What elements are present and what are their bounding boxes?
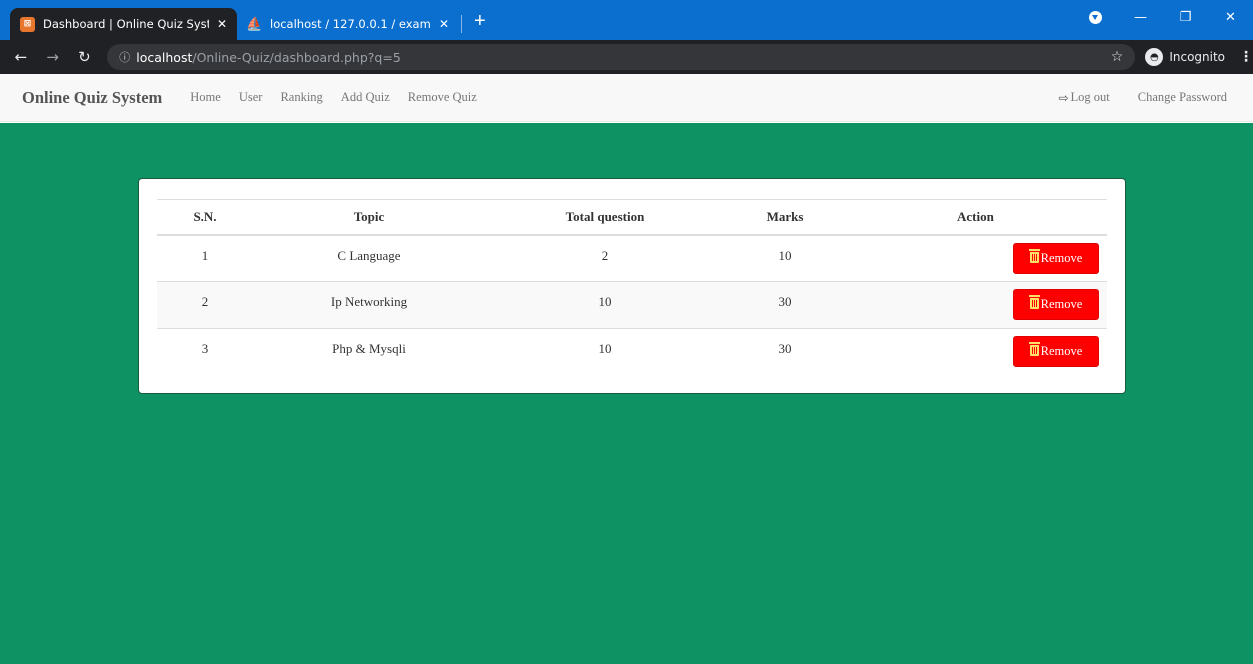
- site-info-icon[interactable]: ⓘ: [119, 49, 130, 65]
- remove-label: Remove: [1040, 344, 1083, 358]
- table-row: 3 Php & Mysqli 10 30 Remove: [157, 328, 1107, 376]
- reload-icon[interactable]: ↻: [74, 48, 96, 66]
- trash-icon: [1028, 295, 1040, 309]
- remove-button[interactable]: Remove: [1013, 289, 1099, 320]
- cell-marks: 30: [725, 328, 845, 376]
- cell-marks: 10: [725, 234, 845, 282]
- browser-toolbar: ← → ↻ ⓘ localhost/Online-Quiz/dashboard.…: [0, 40, 1253, 74]
- back-arrow-icon[interactable]: ←: [10, 48, 32, 66]
- cell-sn: 3: [157, 328, 253, 376]
- incognito-indicator[interactable]: ◓ Incognito: [1145, 48, 1225, 66]
- cell-sn: 1: [157, 234, 253, 282]
- cell-sn: 2: [157, 281, 253, 329]
- cell-total-question: 2: [485, 234, 725, 282]
- table-row: 1 C Language 2 10 Remove: [157, 234, 1107, 282]
- nav-home[interactable]: Home: [190, 90, 221, 105]
- forward-arrow-icon[interactable]: →: [42, 48, 64, 66]
- quiz-favicon-icon: ⊠: [20, 16, 35, 32]
- site-navbar: Online Quiz System Home User Ranking Add…: [0, 74, 1253, 122]
- change-password-link[interactable]: Change Password: [1138, 90, 1227, 105]
- tab-dashboard[interactable]: ⊠ Dashboard | Online Quiz System ✕: [10, 8, 237, 40]
- profile-menu-icon[interactable]: [1089, 10, 1102, 24]
- tab-separator: [461, 15, 462, 33]
- cell-total-question: 10: [485, 281, 725, 329]
- close-tab-icon[interactable]: ✕: [217, 17, 227, 31]
- new-tab-button[interactable]: +: [464, 8, 496, 40]
- window-controls: — ❐ ✕: [1089, 0, 1253, 34]
- bookmark-star-icon[interactable]: ☆: [1111, 49, 1124, 65]
- header-marks: Marks: [725, 199, 845, 236]
- cell-action: Remove: [845, 234, 1107, 282]
- trash-icon: [1028, 342, 1040, 356]
- table-header-row: S.N. Topic Total question Marks Action: [157, 199, 1107, 236]
- quiz-panel: S.N. Topic Total question Marks Action 1…: [138, 178, 1126, 394]
- header-action: Action: [845, 199, 1107, 236]
- tab-phpmyadmin[interactable]: ⛵ localhost / 127.0.0.1 / exam / adı ✕: [237, 8, 459, 40]
- nav-remove-quiz[interactable]: Remove Quiz: [408, 90, 477, 105]
- header-sn: S.N.: [157, 199, 253, 236]
- cell-topic: Ip Networking: [253, 281, 485, 329]
- browser-menu-icon[interactable]: ⋮: [1239, 49, 1253, 65]
- phpmyadmin-favicon-icon: ⛵: [246, 16, 263, 32]
- url-host: localhost: [136, 49, 193, 65]
- header-total-question: Total question: [485, 199, 725, 236]
- logout-label: Log out: [1070, 90, 1110, 104]
- trash-icon: [1028, 248, 1040, 263]
- nav-ranking[interactable]: Ranking: [280, 90, 322, 105]
- quiz-table: S.N. Topic Total question Marks Action 1…: [157, 199, 1107, 376]
- cell-marks: 30: [725, 281, 845, 329]
- tab-title: localhost / 127.0.0.1 / exam / adı: [270, 17, 431, 31]
- url-path: /Online-Quiz/dashboard.php?q=5: [192, 49, 401, 65]
- remove-button[interactable]: Remove: [1013, 336, 1099, 367]
- header-topic: Topic: [253, 199, 485, 236]
- cell-total-question: 10: [485, 328, 725, 376]
- cell-action: Remove: [845, 281, 1107, 329]
- close-window-icon[interactable]: ✕: [1208, 10, 1253, 25]
- navbar-right: ⇨ Log out Change Password: [1058, 90, 1253, 105]
- nav-add-quiz[interactable]: Add Quiz: [341, 90, 390, 105]
- logout-link[interactable]: ⇨ Log out: [1058, 90, 1109, 105]
- nav-user[interactable]: User: [239, 90, 263, 105]
- minimize-icon[interactable]: —: [1118, 10, 1163, 25]
- remove-label: Remove: [1040, 250, 1083, 265]
- main-content: S.N. Topic Total question Marks Action 1…: [0, 123, 1253, 664]
- remove-button[interactable]: Remove: [1013, 242, 1099, 274]
- restore-icon[interactable]: ❐: [1163, 10, 1208, 25]
- cell-action: Remove: [845, 328, 1107, 376]
- tab-title: Dashboard | Online Quiz System: [43, 17, 209, 31]
- brand-logo[interactable]: Online Quiz System: [22, 88, 162, 108]
- incognito-label: Incognito: [1169, 50, 1226, 64]
- address-bar[interactable]: ⓘ localhost/Online-Quiz/dashboard.php?q=…: [107, 44, 1136, 70]
- cell-topic: C Language: [253, 234, 485, 282]
- cell-topic: Php & Mysqli: [253, 328, 485, 376]
- table-row: 2 Ip Networking 10 30 Remove: [157, 281, 1107, 329]
- remove-label: Remove: [1040, 297, 1083, 311]
- logout-icon: ⇨: [1058, 90, 1069, 105]
- incognito-icon: ◓: [1145, 48, 1164, 66]
- browser-tab-strip: ⊠ Dashboard | Online Quiz System ✕ ⛵ loc…: [0, 0, 1253, 40]
- close-tab-icon[interactable]: ✕: [439, 17, 449, 31]
